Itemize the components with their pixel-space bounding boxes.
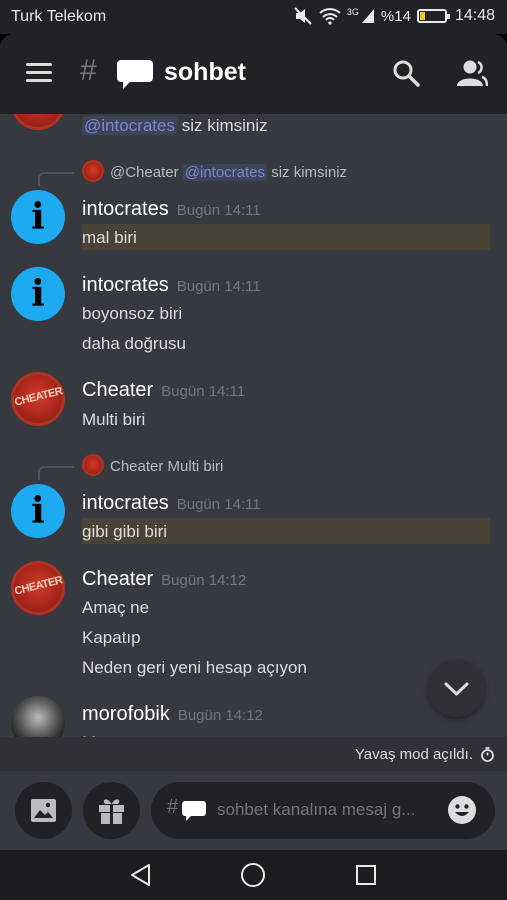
- slowmode-bar: Yavaş mod açıldı.: [0, 737, 507, 771]
- avatar[interactable]: CHEATER: [11, 372, 65, 426]
- menu-icon[interactable]: [26, 63, 52, 83]
- message-author[interactable]: intocrates Bugün 14:11: [82, 492, 261, 515]
- gift-icon: [99, 799, 124, 824]
- message-timestamp: Bugün 14:11: [176, 202, 261, 219]
- avatar: [82, 454, 104, 476]
- message-author[interactable]: Cheater Bugün 14:11: [82, 379, 245, 402]
- image-icon: [31, 799, 56, 822]
- avatar[interactable]: i: [11, 267, 65, 321]
- discord-app: # sohbet CHEATER @intocrates siz kimsini…: [0, 34, 507, 850]
- status-icons: 3G %14 14:48: [293, 7, 495, 25]
- message-text: Amaç ne: [82, 598, 150, 617]
- search-icon[interactable]: [392, 59, 420, 87]
- avatar[interactable]: i: [11, 484, 65, 538]
- user-mention[interactable]: @intocrates: [82, 116, 177, 135]
- message-text: Neden geri yeni hesap açıyon: [82, 658, 307, 677]
- battery-percent: %14: [380, 7, 411, 25]
- network-type: 3G: [346, 7, 359, 17]
- speech-bubble-icon: [117, 60, 153, 89]
- avatar[interactable]: CHEATER: [11, 561, 65, 615]
- mute-icon: [294, 7, 312, 25]
- reply-connector: [38, 172, 74, 186]
- timer-icon: [481, 747, 494, 762]
- back-icon[interactable]: [129, 863, 153, 887]
- battery-icon: [416, 9, 450, 23]
- signal-icon: [361, 9, 374, 23]
- message-input-placeholder: sohbet kanalına mesaj g...: [217, 800, 416, 819]
- slowmode-text: Yavaş mod açıldı.: [354, 746, 473, 763]
- user-mention[interactable]: @intocrates: [182, 164, 268, 181]
- system-navbar: [0, 850, 507, 900]
- message-input[interactable]: # sohbet kanalına mesaj g...: [151, 782, 495, 839]
- channel-title: sohbet: [164, 58, 246, 86]
- wifi-icon: [319, 8, 341, 25]
- message-text: boyonsoz biri: [82, 304, 183, 323]
- message-text: mal biri: [82, 228, 137, 247]
- hash-icon: #: [167, 796, 179, 818]
- avatar[interactable]: CHEATER: [11, 114, 65, 130]
- hash-icon: #: [80, 54, 97, 87]
- message-timestamp: Bugün 14:11: [176, 496, 261, 513]
- message-text: Kapatıp: [82, 628, 141, 647]
- clock: 14:48: [454, 7, 495, 24]
- avatar[interactable]: [11, 696, 65, 739]
- message-highlight: [82, 224, 490, 250]
- members-icon[interactable]: [456, 59, 488, 87]
- carrier-name: Turk Telekom: [11, 8, 107, 25]
- message-text: Multi biri: [82, 410, 146, 429]
- message-timestamp: Bugün 14:11: [176, 278, 261, 295]
- avatar[interactable]: i: [11, 190, 65, 244]
- message-text: gibi gibi biri: [82, 522, 168, 541]
- reply-preview[interactable]: Cheater Multi biri: [110, 458, 223, 475]
- message-list[interactable]: CHEATER @intocrates siz kimsiniz @Cheate…: [0, 114, 507, 739]
- message-timestamp: Bugün 14:11: [161, 383, 246, 400]
- message-text: daha doğrusu: [82, 334, 186, 353]
- recents-icon[interactable]: [355, 864, 377, 886]
- message-author[interactable]: intocrates Bugün 14:11: [82, 198, 261, 221]
- status-bar: Turk Telekom 3G %14 14:48: [0, 0, 507, 34]
- message-author[interactable]: morofobik Bugün 14:12: [82, 703, 263, 726]
- reply-connector: [38, 466, 74, 480]
- message-text: @intocrates siz kimsiniz: [82, 116, 268, 135]
- chevron-down-icon: [444, 682, 469, 696]
- speech-bubble-icon: [182, 801, 206, 821]
- message-timestamp: Bugün 14:12: [161, 572, 247, 589]
- message-timestamp: Bugün 14:12: [177, 707, 263, 724]
- avatar: [82, 160, 104, 182]
- message-author[interactable]: Cheater Bugün 14:12: [82, 568, 246, 591]
- emoji-icon[interactable]: [447, 795, 477, 825]
- jump-to-bottom-button[interactable]: [428, 660, 485, 717]
- reply-preview[interactable]: @Cheater @intocrates siz kimsiniz: [110, 164, 347, 181]
- gift-button[interactable]: [83, 782, 140, 839]
- message-author[interactable]: intocrates Bugün 14:11: [82, 274, 261, 297]
- attach-image-button[interactable]: [15, 782, 72, 839]
- channel-header: # sohbet: [0, 34, 507, 114]
- home-icon[interactable]: [240, 862, 266, 888]
